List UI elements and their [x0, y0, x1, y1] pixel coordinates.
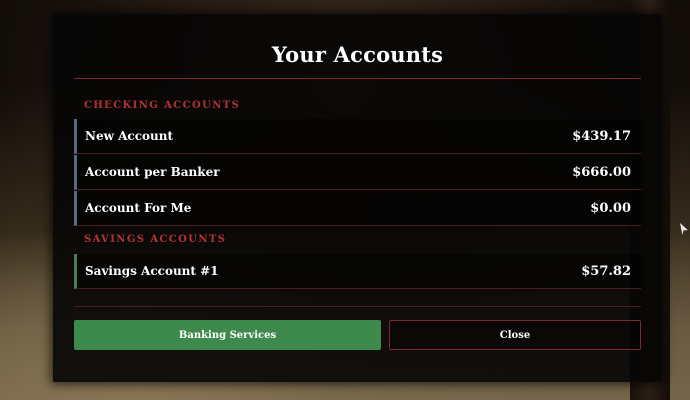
- banking-services-button[interactable]: Banking Services: [74, 320, 381, 350]
- account-row-new-account[interactable]: New Account $439.17: [74, 119, 641, 154]
- account-name: Account For Me: [85, 201, 192, 215]
- account-balance: $666.00: [572, 164, 631, 180]
- bottom-divider: [74, 306, 641, 307]
- account-balance: $57.82: [581, 263, 631, 279]
- account-row-account-per-banker[interactable]: Account per Banker $666.00: [74, 155, 641, 190]
- accounts-modal: Your Accounts CHECKING ACCOUNTS New Acco…: [55, 16, 660, 380]
- close-button[interactable]: Close: [389, 320, 641, 350]
- account-balance: $439.17: [572, 128, 631, 144]
- account-name: Account per Banker: [85, 165, 220, 179]
- account-name: Savings Account #1: [85, 264, 219, 278]
- account-row-account-for-me[interactable]: Account For Me $0.00: [74, 191, 641, 226]
- modal-title: Your Accounts: [271, 42, 444, 67]
- savings-section-label: SAVINGS ACCOUNTS: [84, 234, 227, 245]
- account-balance: $0.00: [590, 200, 631, 216]
- title-divider: [74, 78, 641, 79]
- account-row-savings-account-1[interactable]: Savings Account #1 $57.82: [74, 254, 641, 289]
- account-name: New Account: [85, 129, 174, 143]
- checking-section-label: CHECKING ACCOUNTS: [84, 100, 241, 111]
